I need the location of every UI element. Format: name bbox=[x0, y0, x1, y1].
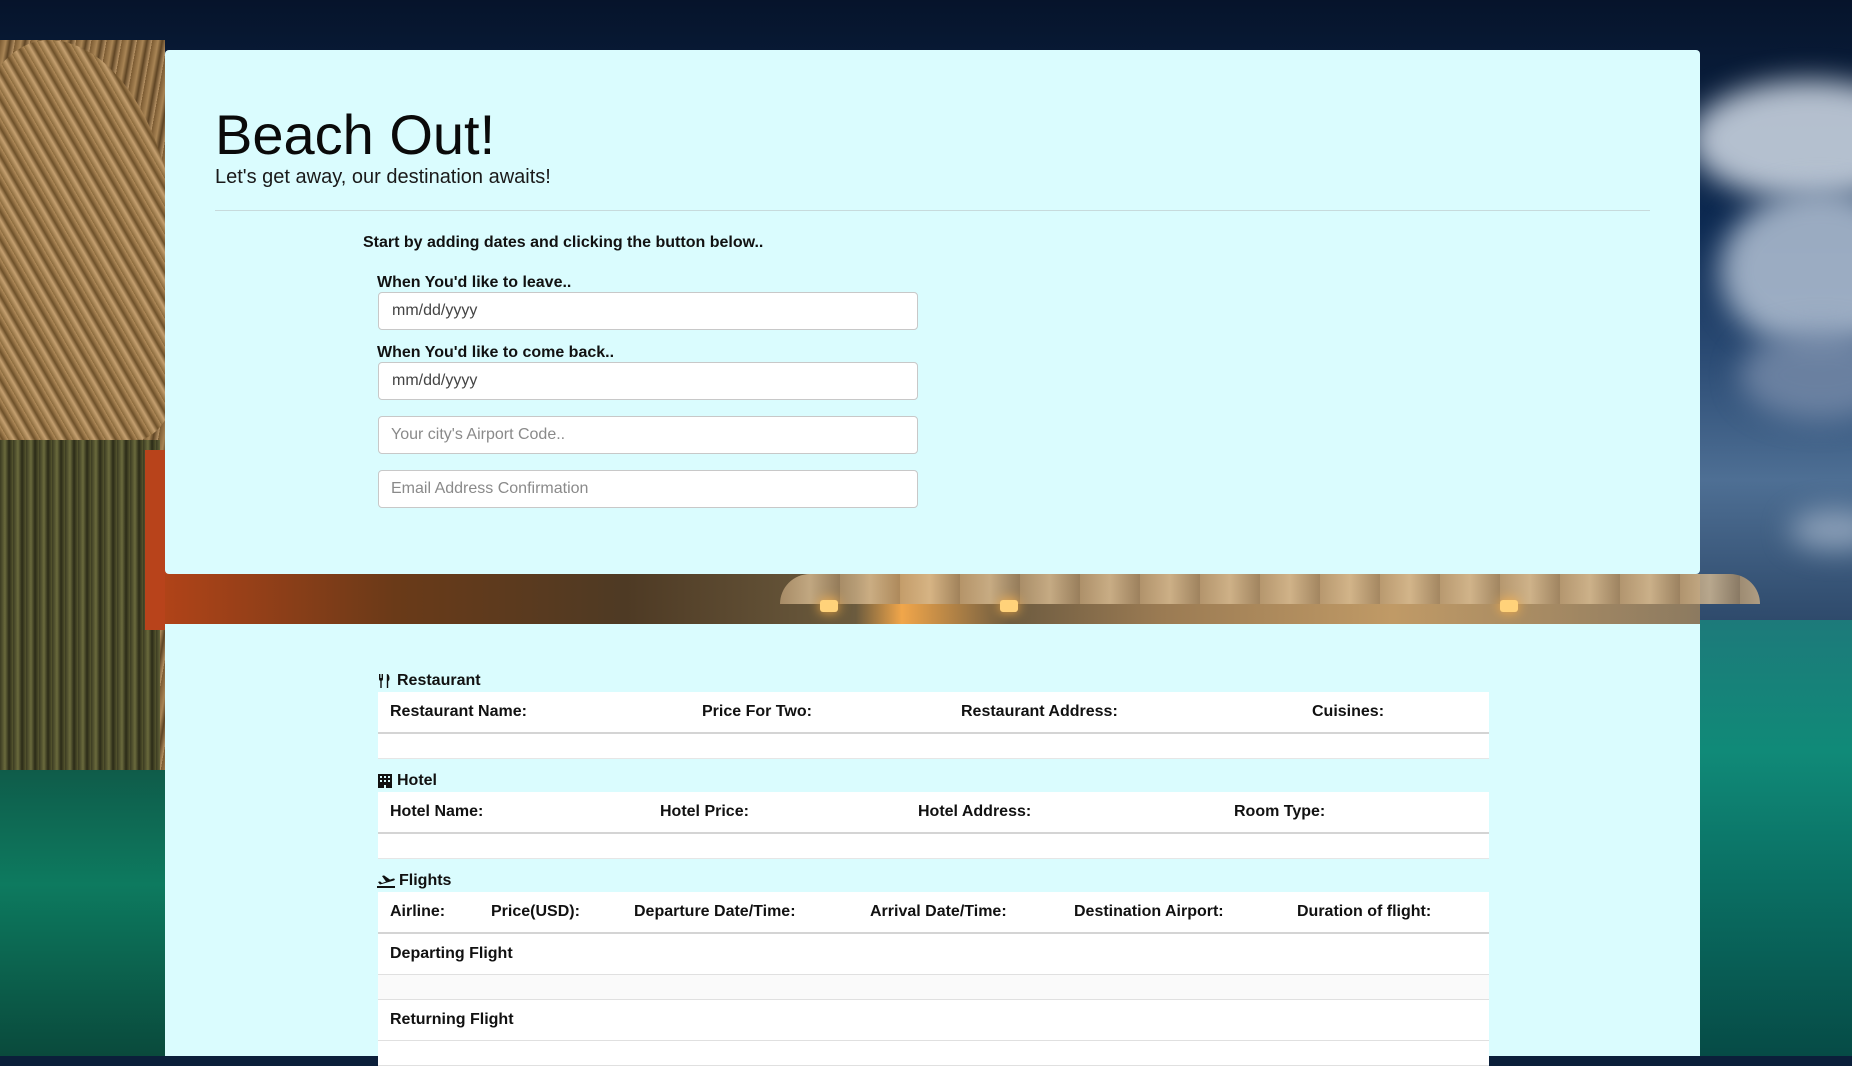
hut-water bbox=[0, 770, 165, 1056]
column-header: Destination Airport: bbox=[1074, 903, 1224, 920]
flights-title: Flights bbox=[399, 872, 452, 889]
column-header: Room Type: bbox=[1234, 803, 1326, 820]
results-panel: Restaurant Restaurant Name: Price For Tw… bbox=[165, 624, 1700, 1066]
flights-table: Airline: Price(USD): Departure Date/Time… bbox=[378, 892, 1489, 1066]
column-header: Arrival Date/Time: bbox=[870, 903, 1007, 920]
bungalow-light bbox=[820, 600, 838, 612]
departing-flight-row: Departing Flight bbox=[378, 934, 1489, 975]
leave-date-label: When You'd like to leave.. bbox=[377, 274, 572, 291]
fork-knife-icon bbox=[379, 674, 390, 688]
bungalow-roofs bbox=[780, 574, 1760, 604]
form-instructions: Start by adding dates and clicking the b… bbox=[363, 234, 764, 251]
hotel-title: Hotel bbox=[397, 772, 437, 789]
building-icon bbox=[378, 774, 392, 788]
leave-date-input[interactable]: mm/dd/yyyy bbox=[378, 292, 918, 330]
column-header: Hotel Name: bbox=[390, 803, 484, 820]
hotel-table: Hotel Name: Hotel Price: Hotel Address: … bbox=[378, 792, 1489, 859]
returning-flight-label: Returning Flight bbox=[390, 1011, 514, 1028]
hotel-section-title: Hotel bbox=[377, 772, 437, 790]
column-header: Price(USD): bbox=[491, 903, 580, 920]
column-header: Price For Two: bbox=[702, 703, 812, 720]
airport-code-input[interactable] bbox=[378, 416, 918, 454]
column-header: Hotel Price: bbox=[660, 803, 749, 820]
restaurant-section-title: Restaurant bbox=[377, 672, 481, 690]
plane-departure-icon bbox=[377, 875, 395, 888]
hotel-table-header: Hotel Name: Hotel Price: Hotel Address: … bbox=[378, 792, 1489, 834]
restaurant-table-header: Restaurant Name: Price For Two: Restaura… bbox=[378, 692, 1489, 734]
flights-table-header: Airline: Price(USD): Departure Date/Time… bbox=[378, 892, 1489, 934]
table-row bbox=[378, 1041, 1489, 1066]
column-header: Departure Date/Time: bbox=[634, 903, 796, 920]
bungalow-light bbox=[1500, 600, 1518, 612]
hut-wall bbox=[0, 440, 160, 770]
table-row bbox=[378, 834, 1489, 859]
search-panel: Beach Out! Let's get away, our destinati… bbox=[165, 50, 1700, 574]
departing-flight-label: Departing Flight bbox=[390, 945, 513, 962]
page-title: Beach Out! bbox=[215, 103, 496, 166]
restaurant-table: Restaurant Name: Price For Two: Restaura… bbox=[378, 692, 1489, 759]
return-date-value: mm/dd/yyyy bbox=[392, 372, 478, 389]
column-header: Airline: bbox=[390, 903, 446, 920]
table-row bbox=[378, 975, 1489, 1000]
email-input[interactable] bbox=[378, 470, 918, 508]
restaurant-title: Restaurant bbox=[397, 672, 481, 689]
bungalow-light bbox=[1000, 600, 1018, 612]
return-date-label: When You'd like to come back.. bbox=[377, 344, 615, 361]
page-subtitle: Let's get away, our destination awaits! bbox=[215, 166, 551, 188]
column-header: Cuisines: bbox=[1312, 703, 1385, 720]
column-header: Restaurant Name: bbox=[390, 703, 527, 720]
column-header: Restaurant Address: bbox=[961, 703, 1118, 720]
table-row bbox=[378, 734, 1489, 759]
column-header: Hotel Address: bbox=[918, 803, 1032, 820]
flights-section-title: Flights bbox=[377, 872, 451, 890]
leave-date-value: mm/dd/yyyy bbox=[392, 302, 478, 319]
returning-flight-row: Returning Flight bbox=[378, 1000, 1489, 1041]
column-header: Duration of flight: bbox=[1297, 903, 1432, 920]
divider bbox=[215, 210, 1650, 211]
return-date-input[interactable]: mm/dd/yyyy bbox=[378, 362, 918, 400]
